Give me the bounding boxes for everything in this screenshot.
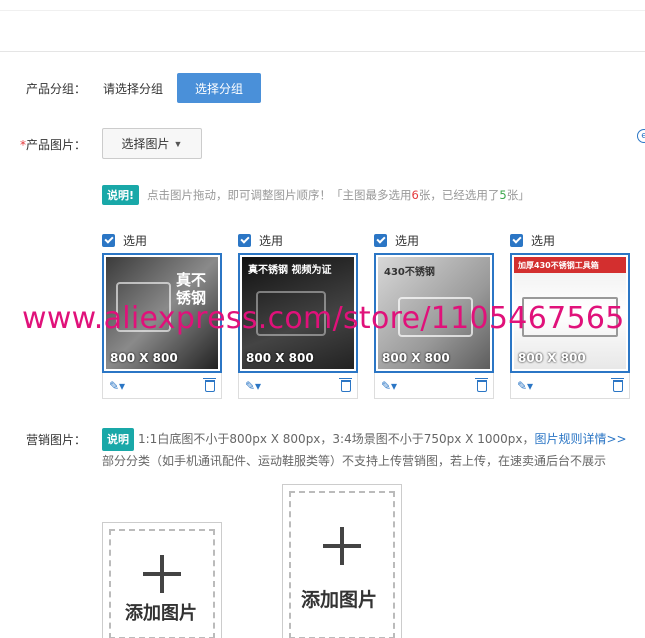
add-image-label: 添加图片 xyxy=(301,589,378,611)
image-select-checkbox-row[interactable]: 选用 xyxy=(374,230,494,250)
add-image-portrait-button[interactable]: 添加图片 xyxy=(282,484,402,638)
plus-icon xyxy=(143,555,181,593)
image-size: 800 X 800 xyxy=(518,351,586,365)
select-group-button[interactable]: 选择分组 xyxy=(177,73,261,103)
checkbox-label: 选用 xyxy=(531,233,556,248)
image-rules-link[interactable]: 图片规则详情>> xyxy=(534,432,626,446)
add-image-square-button[interactable]: 添加图片 xyxy=(102,522,222,638)
marketing-notice: 说明 1:1白底图不小于800px X 800px，3:4场景图不小于750px … xyxy=(102,428,645,472)
image-select-checkbox-row[interactable]: 选用 xyxy=(102,230,222,250)
magic-wand-icon[interactable]: ✎▾ xyxy=(517,379,533,393)
product-group-label: 产品分组： xyxy=(26,82,87,96)
image-tools: ✎▾ xyxy=(238,373,358,399)
trash-icon[interactable] xyxy=(475,377,488,392)
chevron-down-icon: ▼ xyxy=(173,138,183,149)
trash-icon[interactable] xyxy=(203,377,216,392)
image-tools: ✎▾ xyxy=(374,373,494,399)
image-size: 800 X 800 xyxy=(382,351,450,365)
marketing-text-2: 部分分类（如手机通讯配件、运动鞋服类等）不支持上传营销图，若上传，在速卖通后台不… xyxy=(102,454,607,468)
checkbox-checked[interactable] xyxy=(510,233,523,247)
tip-text-mid: 张，已经选用了 xyxy=(418,188,500,202)
product-images-label-text: 产品图片： xyxy=(26,138,87,152)
tip-badge: 说明! xyxy=(102,185,140,205)
checkbox-checked[interactable] xyxy=(374,233,387,247)
marketing-text-1: 1:1白底图不小于800px X 800px，3:4场景图不小于750px X … xyxy=(138,432,535,446)
product-images-label: *产品图片： xyxy=(20,136,86,153)
image-size: 800 X 800 xyxy=(110,351,178,365)
marketing-images-label: 营销图片： xyxy=(26,433,87,447)
help-icon[interactable]: e xyxy=(637,129,645,143)
plus-icon xyxy=(323,527,361,565)
store-watermark: www.aliexpress.com/store/1105467565 xyxy=(22,301,625,336)
trash-icon[interactable] xyxy=(611,377,624,392)
top-bar xyxy=(0,0,645,52)
image-tools: ✎▾ xyxy=(102,373,222,399)
checkbox-checked[interactable] xyxy=(102,233,115,247)
checkbox-label: 选用 xyxy=(123,233,148,248)
tip-text: 点击图片拖动，即可调整图片顺序！「主图最多选用6张，已经选用了5张」 xyxy=(147,187,530,203)
tip-text-after: 张」 xyxy=(506,188,530,202)
image-caption: 真不锈钢 视频为证 xyxy=(248,265,332,276)
tip-used-count: 5 xyxy=(499,188,507,202)
image-select-checkbox-row[interactable]: 选用 xyxy=(510,230,630,250)
marketing-badge: 说明 xyxy=(102,428,134,451)
magic-wand-icon[interactable]: ✎▾ xyxy=(109,379,125,393)
tip-text-before: 点击图片拖动，即可调整图片顺序！「主图最多选用 xyxy=(147,188,412,202)
tip-max-count: 6 xyxy=(411,188,419,202)
select-images-button[interactable]: 选择图片 ▼ xyxy=(102,128,202,159)
add-image-label: 添加图片 xyxy=(125,603,197,624)
image-size: 800 X 800 xyxy=(246,351,314,365)
checkbox-label: 选用 xyxy=(395,233,420,248)
image-tools: ✎▾ xyxy=(510,373,630,399)
magic-wand-icon[interactable]: ✎▾ xyxy=(245,379,261,393)
checkbox-label: 选用 xyxy=(259,233,284,248)
magic-wand-icon[interactable]: ✎▾ xyxy=(381,379,397,393)
image-caption: 加厚430不锈钢工具箱 xyxy=(514,257,626,273)
trash-icon[interactable] xyxy=(339,377,352,392)
image-select-checkbox-row[interactable]: 选用 xyxy=(238,230,358,250)
checkbox-checked[interactable] xyxy=(238,233,251,247)
image-order-tip: 说明! 点击图片拖动，即可调整图片顺序！「主图最多选用6张，已经选用了5张」 xyxy=(102,185,530,205)
image-caption: 430不锈钢 xyxy=(384,267,435,278)
top-divider xyxy=(0,10,645,11)
group-placeholder: 请选择分组 xyxy=(103,82,164,96)
select-images-label: 选择图片 xyxy=(121,137,170,151)
